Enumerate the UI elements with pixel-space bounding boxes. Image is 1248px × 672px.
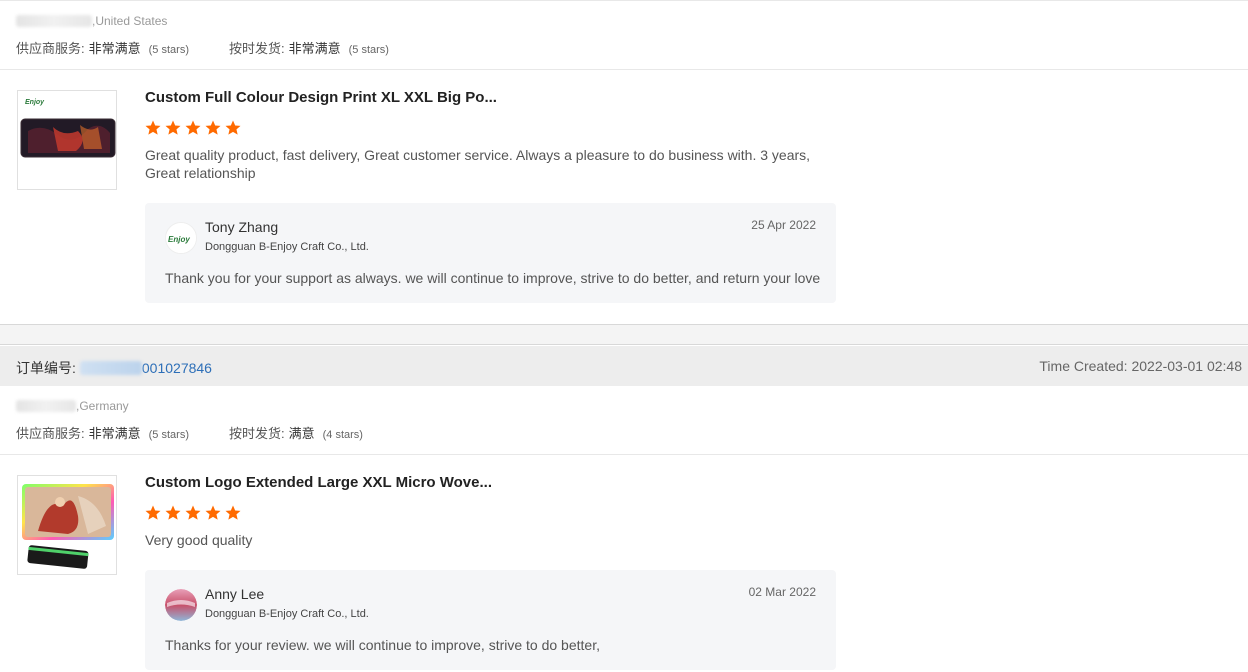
order-number-redacted — [79, 361, 142, 375]
order-number-label: 订单编号: — [16, 360, 76, 376]
on-time-label: 按时发货: — [228, 41, 285, 56]
star-icon — [225, 505, 241, 520]
star-icon — [205, 505, 221, 520]
buyer-name-redacted — [16, 15, 92, 27]
star-icon — [145, 120, 161, 135]
buyer-info: ,Germany — [16, 399, 129, 413]
star-icon — [165, 505, 181, 520]
supplier-service-label: 供应商服务: — [16, 41, 85, 56]
buyer-country: ,Germany — [76, 399, 129, 413]
supplier-service-stars: (5 stars) — [148, 429, 189, 441]
user-avatar-icon — [165, 589, 197, 621]
reply-author-name: Anny Lee — [205, 586, 265, 602]
reply-company[interactable]: Dongguan B-Enjoy Craft Co., Ltd. — [205, 608, 369, 620]
on-time-value: 非常满意 — [288, 41, 341, 56]
svg-text:Enjoy: Enjoy — [168, 235, 190, 244]
time-created: Time Created: 2022-03-01 02:48 — [1039, 358, 1242, 374]
seller-reply: Enjoy Tony Zhang Dongguan B-Enjoy Craft … — [145, 203, 836, 303]
reply-date: 02 Mar 2022 — [748, 585, 816, 599]
star-icon — [225, 120, 241, 135]
divider — [0, 69, 1248, 70]
order-number-link[interactable]: 001027846 — [142, 360, 212, 376]
order-header: 订单编号: 001027846 Time Created: 2022-03-01… — [0, 346, 1248, 386]
on-time-value: 满意 — [288, 426, 315, 441]
buyer-country: ,United States — [92, 14, 168, 28]
supplier-service-stars: (5 stars) — [148, 44, 189, 56]
reply-text: Thanks for your review. we will continue… — [165, 637, 600, 653]
supplier-ratings: 供应商服务: 非常满意 (5 stars) 按时发货: 满意 (4 stars) — [16, 423, 363, 442]
divider — [0, 454, 1248, 455]
rgb-mousepad-image-icon — [22, 484, 114, 569]
product-title[interactable]: Custom Full Colour Design Print XL XXL B… — [145, 89, 497, 106]
reply-company[interactable]: Dongguan B-Enjoy Craft Co., Ltd. — [205, 241, 369, 253]
product-thumbnail[interactable]: Enjoy — [17, 90, 117, 190]
star-icon — [185, 120, 201, 135]
seller-reply: Anny Lee Dongguan B-Enjoy Craft Co., Ltd… — [145, 570, 836, 670]
supplier-ratings: 供应商服务: 非常满意 (5 stars) 按时发货: 非常满意 (5 star… — [16, 38, 389, 57]
star-icon — [185, 505, 201, 520]
product-thumbnail[interactable] — [17, 475, 117, 575]
star-icon — [205, 120, 221, 135]
review-text: Very good quality — [145, 532, 253, 548]
reply-author-name: Tony Zhang — [205, 219, 279, 235]
top-divider — [0, 0, 1248, 1]
reply-text: Thank you for your support as always. we… — [165, 270, 821, 286]
reply-date: 25 Apr 2022 — [751, 218, 816, 232]
svg-text:Enjoy: Enjoy — [25, 99, 45, 106]
supplier-service-value: 非常满意 — [88, 41, 141, 56]
buyer-name-redacted — [16, 400, 76, 412]
rating-stars — [144, 504, 242, 522]
rating-stars — [144, 119, 242, 137]
star-icon — [165, 120, 181, 135]
order-separator — [0, 324, 1248, 345]
star-icon — [145, 505, 161, 520]
mousepad-image-icon: Enjoy — [20, 99, 116, 158]
product-title[interactable]: Custom Logo Extended Large XXL Micro Wov… — [145, 474, 492, 491]
buyer-info: ,United States — [16, 14, 167, 28]
supplier-service-value: 非常满意 — [88, 426, 141, 441]
on-time-stars: (4 stars) — [322, 429, 363, 441]
supplier-service-label: 供应商服务: — [16, 426, 85, 441]
order-number-row: 订单编号: 001027846 — [16, 358, 212, 378]
b-enjoy-logo-icon: Enjoy — [165, 222, 197, 254]
review-text: Great quality product, fast delivery, Gr… — [145, 147, 811, 181]
on-time-label: 按时发货: — [228, 426, 285, 441]
on-time-stars: (5 stars) — [348, 44, 389, 56]
